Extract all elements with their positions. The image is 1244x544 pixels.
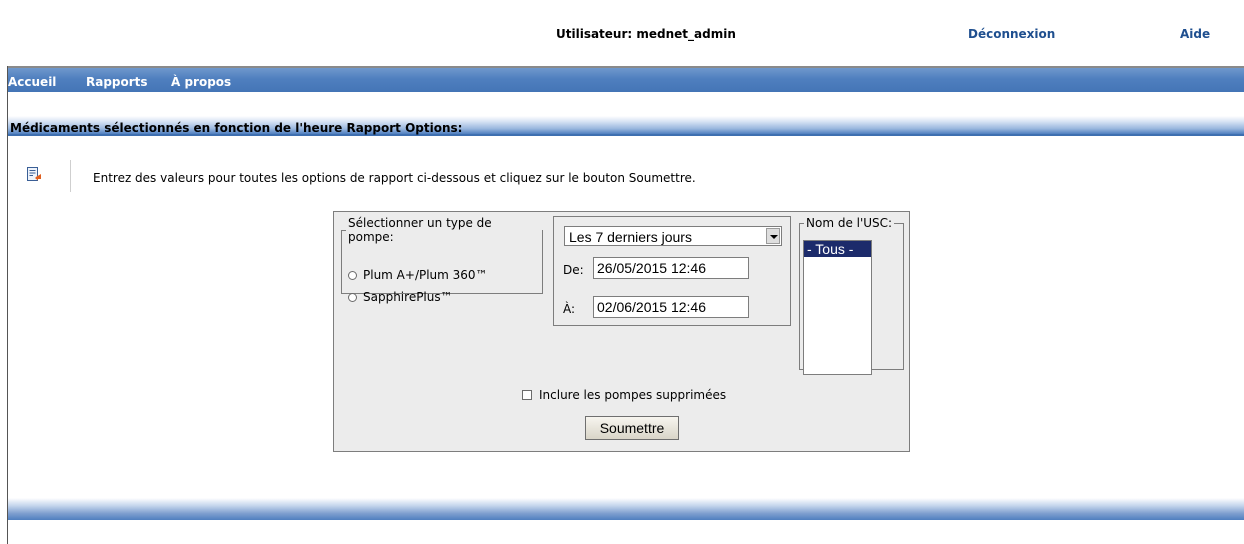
pump-option-sapphire[interactable]: SapphirePlus™ bbox=[348, 290, 453, 304]
nav-item-rapports[interactable]: Rapports bbox=[86, 75, 148, 89]
usc-legend: Nom de l'USC: bbox=[806, 216, 893, 230]
logout-link[interactable]: Déconnexion bbox=[968, 27, 1055, 41]
left-border bbox=[7, 66, 8, 544]
to-date-input[interactable]: 02/06/2015 12:46 bbox=[593, 296, 749, 318]
usc-group: Nom de l'USC: - Tous - bbox=[799, 216, 904, 375]
report-options-panel: Sélectionner un type de pompe: Plum A+/P… bbox=[333, 211, 910, 452]
report-options-icon bbox=[27, 167, 41, 181]
checkbox-box[interactable] bbox=[522, 390, 532, 400]
pump-option-label: Plum A+/Plum 360™ bbox=[363, 268, 488, 282]
chevron-down-icon[interactable] bbox=[766, 228, 780, 244]
pump-type-legend: Sélectionner un type de pompe: bbox=[348, 216, 492, 244]
period-select-value: Les 7 derniers jours bbox=[569, 229, 692, 245]
submit-button[interactable]: Soumettre bbox=[585, 416, 679, 440]
radio-circle[interactable] bbox=[348, 293, 357, 302]
footer-bar bbox=[8, 498, 1244, 520]
from-date-input[interactable]: 26/05/2015 12:46 bbox=[593, 257, 749, 279]
period-select[interactable]: Les 7 derniers jours bbox=[564, 226, 782, 246]
main-nav: Accueil Rapports À propos bbox=[8, 66, 1244, 92]
instructions-text: Entrez des valeurs pour toutes les optio… bbox=[93, 171, 696, 185]
include-deleted-label: Inclure les pompes supprimées bbox=[539, 388, 727, 402]
pump-type-group: Sélectionner un type de pompe: Plum A+/P… bbox=[341, 216, 543, 304]
help-link[interactable]: Aide bbox=[1180, 27, 1210, 41]
section-header: Médicaments sélectionnés en fonction de … bbox=[8, 116, 1244, 136]
from-label: De: bbox=[563, 263, 584, 277]
top-bar: Utilisateur: mednet_admin Déconnexion Ai… bbox=[0, 0, 1244, 66]
usc-option-all[interactable]: - Tous - bbox=[804, 241, 871, 257]
pump-option-label: SapphirePlus™ bbox=[363, 290, 453, 304]
pump-option-plum[interactable]: Plum A+/Plum 360™ bbox=[348, 268, 488, 282]
nav-item-a-propos[interactable]: À propos bbox=[171, 75, 231, 89]
nav-item-accueil[interactable]: Accueil bbox=[8, 75, 56, 89]
current-user: Utilisateur: mednet_admin bbox=[556, 27, 736, 41]
date-range-group: Les 7 derniers jours De: 26/05/2015 12:4… bbox=[553, 216, 791, 326]
icon-divider bbox=[70, 160, 71, 192]
usc-listbox[interactable]: - Tous - bbox=[803, 240, 872, 375]
to-label: À: bbox=[563, 302, 576, 316]
radio-circle[interactable] bbox=[348, 271, 357, 280]
page-title: Médicaments sélectionnés en fonction de … bbox=[10, 121, 463, 135]
include-deleted-checkbox[interactable]: Inclure les pompes supprimées bbox=[522, 388, 726, 402]
